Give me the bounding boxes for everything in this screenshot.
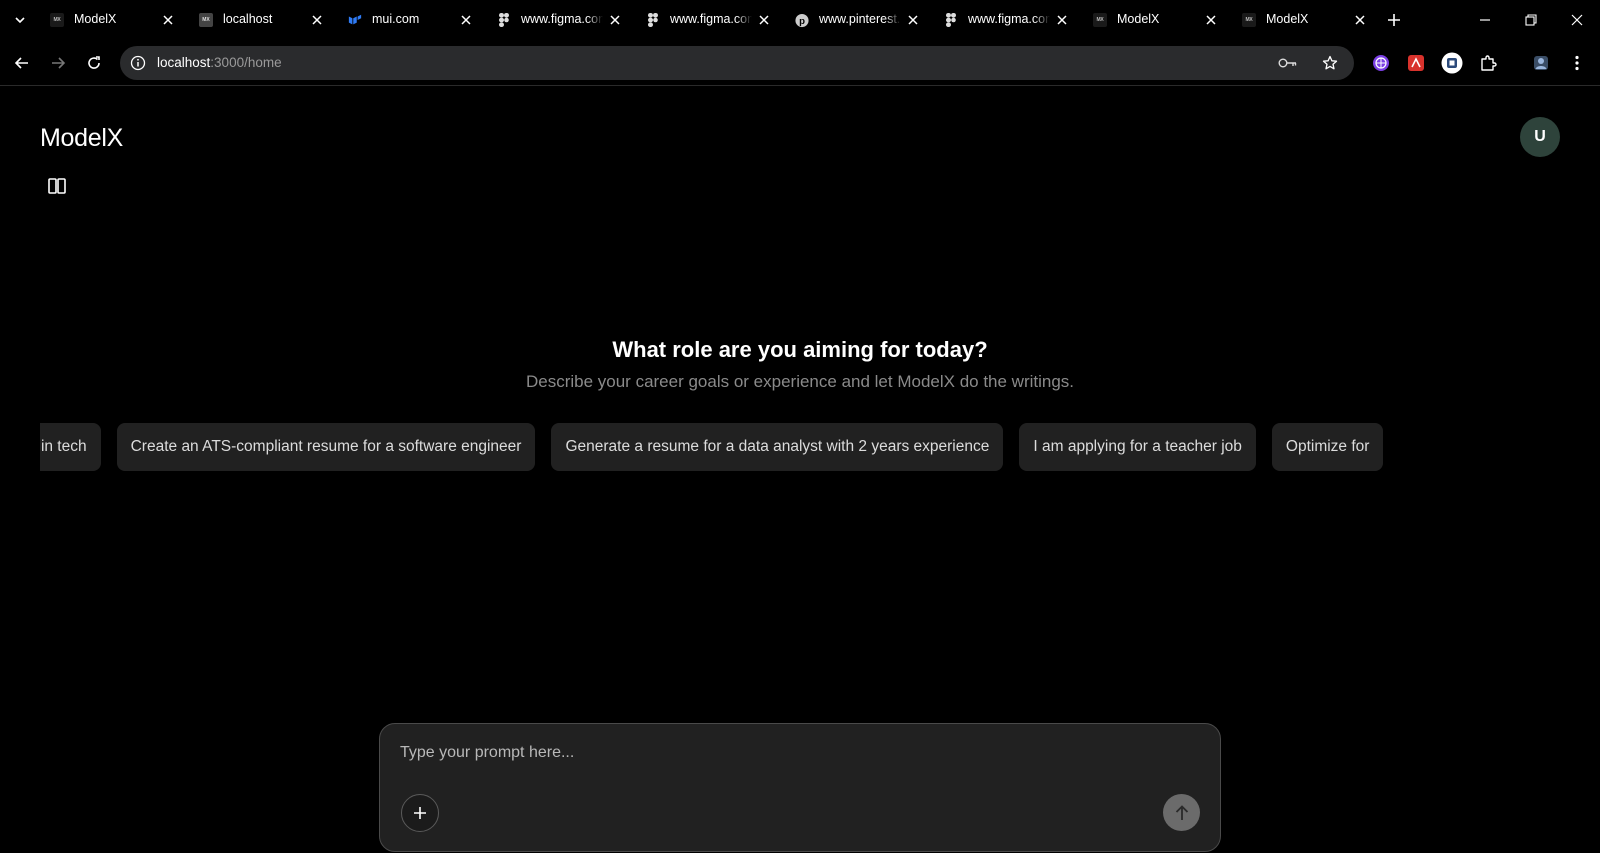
- bookmark-star-icon[interactable]: [1320, 53, 1340, 73]
- figma-icon: [646, 13, 660, 27]
- back-arrow-icon[interactable]: [10, 51, 34, 75]
- suggestion-chip[interactable]: I am applying for a teacher job: [1019, 423, 1256, 471]
- new-tab-plus-icon[interactable]: [1384, 10, 1404, 30]
- tab-title: www.pinterest.com: [819, 12, 901, 26]
- close-icon[interactable]: [1054, 12, 1070, 28]
- menu-icon[interactable]: [1566, 52, 1588, 74]
- browser-tab[interactable]: www.figma.com: [487, 4, 633, 36]
- close-icon[interactable]: [458, 12, 474, 28]
- suggestion-track: Write a resume for a marketing role in t…: [40, 423, 1384, 471]
- tab-title: localhost: [223, 12, 273, 26]
- modelx-favicon: MX: [1093, 13, 1107, 27]
- figma-icon: [944, 13, 958, 27]
- localhost-favicon: MX: [199, 13, 213, 27]
- browser-tab[interactable]: www.figma.com: [636, 4, 782, 36]
- modelx-favicon: MX: [50, 13, 64, 27]
- tab-search-chevron-icon[interactable]: [8, 8, 32, 32]
- attach-plus-button[interactable]: [401, 794, 439, 832]
- close-icon[interactable]: [309, 12, 325, 28]
- figma-icon: [497, 13, 511, 27]
- tab-title: ModelX: [1117, 12, 1160, 26]
- app-logo[interactable]: ModelX: [40, 124, 123, 153]
- suggestion-chip[interactable]: Write a resume for a marketing role in t…: [40, 423, 101, 471]
- suggestion-chip[interactable]: Generate a resume for a data analyst wit…: [551, 423, 1004, 471]
- page-title: What role are you aiming for today?: [612, 337, 988, 362]
- browser-tab[interactable]: www.figma.com: [934, 4, 1080, 36]
- close-icon[interactable]: [756, 12, 772, 28]
- sidebar-toggle-icon[interactable]: [47, 177, 67, 195]
- forward-arrow-icon[interactable]: [46, 51, 70, 75]
- suggestion-chip[interactable]: Create an ATS-compliant resume for a sof…: [116, 423, 536, 471]
- red-extension-icon[interactable]: [1405, 52, 1427, 74]
- close-window-icon[interactable]: [1563, 8, 1591, 32]
- modelx-favicon: MX: [1242, 13, 1256, 27]
- prompt-composer: [379, 723, 1221, 852]
- plus-icon: [414, 807, 426, 819]
- arrow-up-icon: [1175, 804, 1188, 820]
- browser-tab[interactable]: MX localhost: [189, 4, 335, 36]
- browser-tab[interactable]: MX ModelX: [1083, 4, 1229, 36]
- pinterest-icon: p: [795, 13, 809, 27]
- close-icon[interactable]: [607, 12, 623, 28]
- reload-icon[interactable]: [82, 51, 106, 75]
- tab-title: mui.com: [372, 12, 420, 26]
- suggestion-chip[interactable]: Optimize for: [1271, 423, 1384, 471]
- profile-icon[interactable]: [1530, 52, 1552, 74]
- url-path: :3000/home: [210, 55, 282, 70]
- svg-text:p: p: [799, 16, 805, 27]
- url-text[interactable]: localhost:3000/home: [157, 55, 282, 70]
- url-host: localhost: [157, 55, 211, 70]
- browser-tab-strip: MX ModelX MX localhost mui.com www.figma…: [0, 0, 1600, 40]
- browser-tab-active[interactable]: MX ModelX: [1232, 4, 1378, 36]
- tab-title: www.figma.com: [968, 12, 1050, 26]
- browser-toolbar: localhost:3000/home: [0, 40, 1600, 86]
- purple-globe-extension-icon[interactable]: [1370, 52, 1392, 74]
- suggestion-carousel: Write a resume for a marketing role in t…: [40, 423, 1560, 471]
- close-icon[interactable]: [160, 12, 176, 28]
- browser-tab[interactable]: mui.com: [338, 4, 484, 36]
- password-key-icon[interactable]: [1278, 54, 1298, 72]
- close-icon[interactable]: [1352, 12, 1368, 28]
- site-info-icon[interactable]: [128, 53, 148, 73]
- tab-title: www.figma.com: [521, 12, 603, 26]
- puzzle-extensions-icon[interactable]: [1477, 52, 1499, 74]
- tab-title: ModelX: [74, 12, 117, 26]
- user-avatar[interactable]: U: [1520, 117, 1560, 157]
- tab-title: ModelX: [1266, 12, 1309, 26]
- mui-icon: [348, 13, 362, 27]
- address-bar[interactable]: localhost:3000/home: [120, 46, 1354, 80]
- tab-title: www.figma.com: [670, 12, 752, 26]
- minimize-icon[interactable]: [1471, 8, 1499, 32]
- browser-tab[interactable]: MX ModelX: [40, 4, 186, 36]
- profile-extension-icon[interactable]: [1441, 52, 1463, 74]
- close-icon[interactable]: [1203, 12, 1219, 28]
- page-subtitle: Describe your career goals or experience…: [525, 372, 1075, 391]
- close-icon[interactable]: [905, 12, 921, 28]
- prompt-input[interactable]: [400, 738, 1180, 768]
- send-button[interactable]: [1163, 794, 1200, 831]
- restore-icon[interactable]: [1517, 8, 1545, 32]
- browser-tab[interactable]: p www.pinterest.com: [785, 4, 931, 36]
